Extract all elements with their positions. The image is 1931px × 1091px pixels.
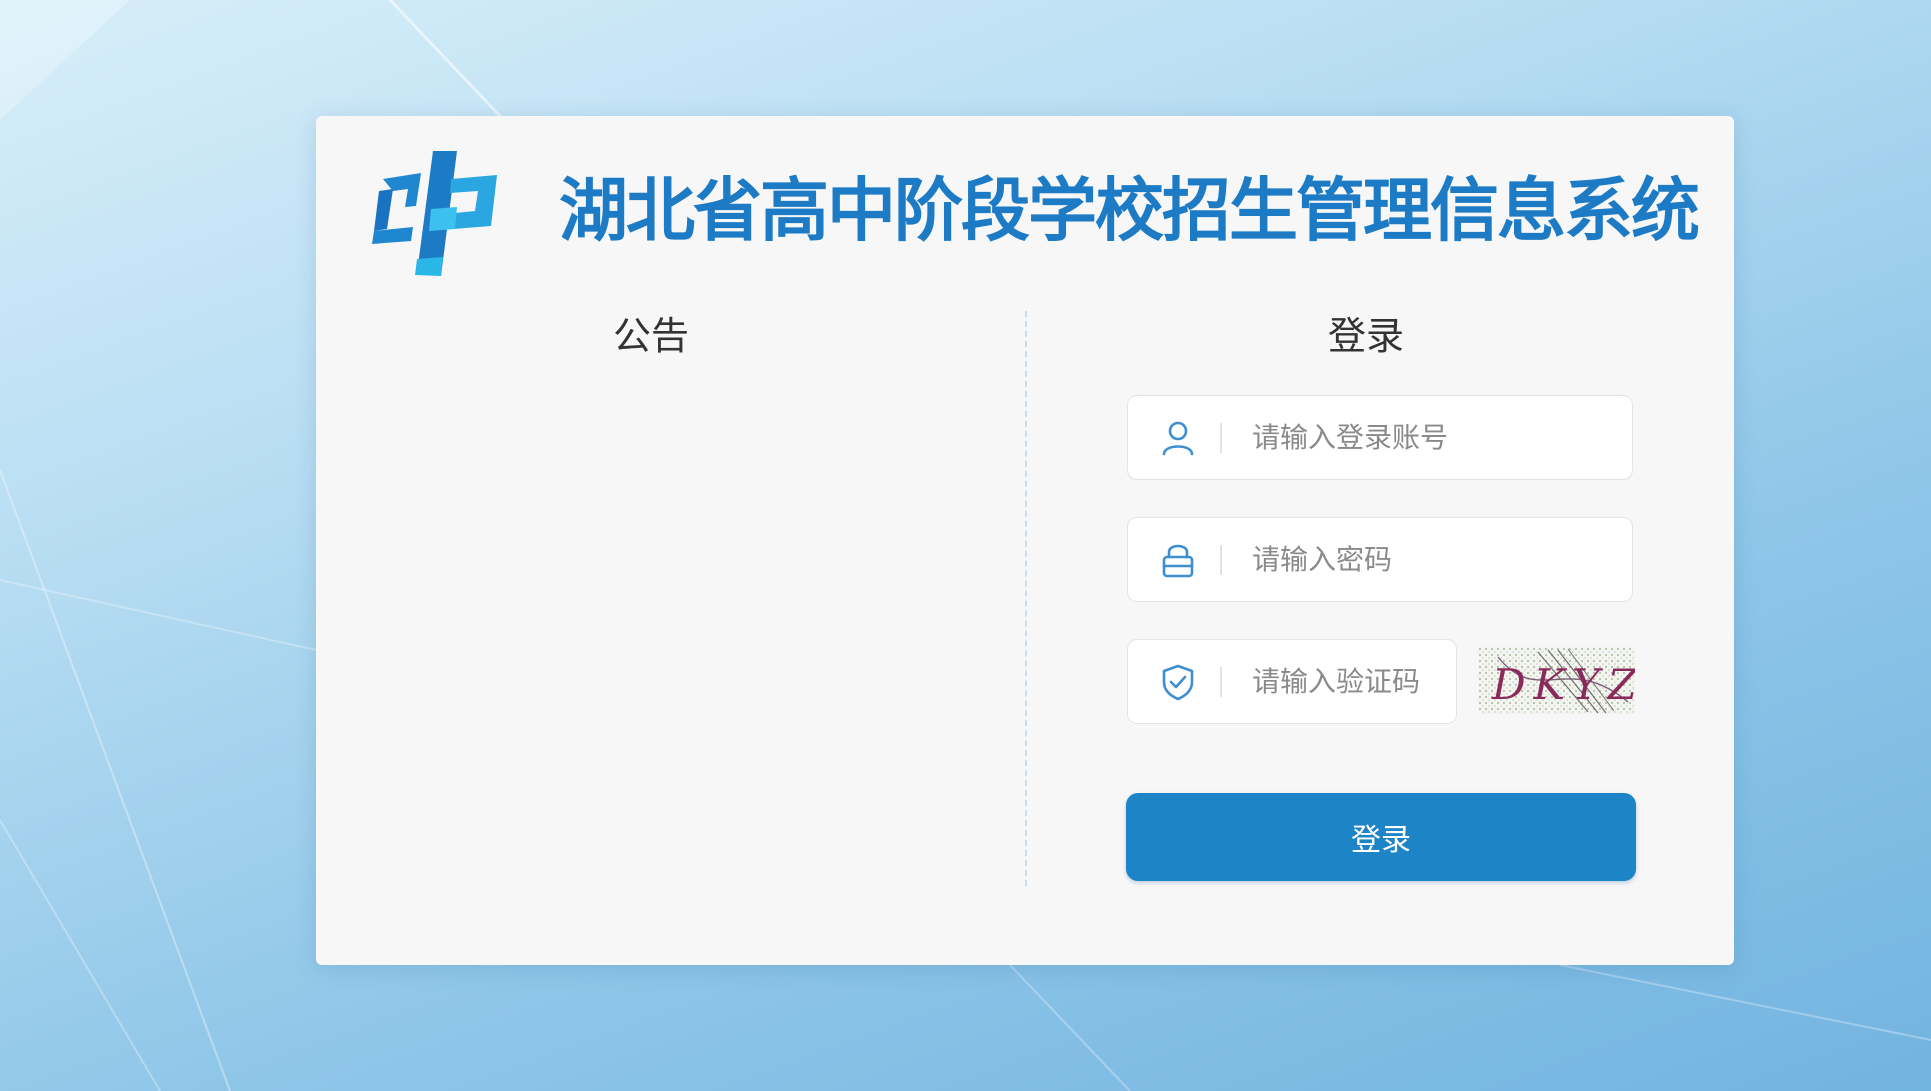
login-card: 湖北省高中阶段学校招生管理信息系统 公告 登录 请输入登录账号 请输入验证码 D… bbox=[316, 116, 1734, 965]
system-title: 湖北省高中阶段学校招生管理信息系统 bbox=[559, 171, 1700, 251]
shield-check-icon bbox=[1158, 662, 1198, 702]
captcha-text: DKYZ bbox=[1491, 660, 1635, 709]
password-field[interactable] bbox=[1127, 517, 1633, 602]
notice-title: 公告 bbox=[612, 314, 689, 358]
login-button[interactable]: 登录 bbox=[1126, 793, 1636, 881]
username-input[interactable] bbox=[1252, 421, 1632, 454]
section-divider bbox=[1025, 311, 1027, 886]
zk-logo-icon bbox=[372, 151, 497, 276]
captcha-field[interactable] bbox=[1127, 639, 1457, 724]
username-separator bbox=[1220, 422, 1222, 453]
username-field[interactable] bbox=[1127, 395, 1633, 480]
captcha-image[interactable]: DKYZ bbox=[1478, 647, 1635, 714]
lock-icon bbox=[1158, 540, 1198, 580]
password-input[interactable] bbox=[1252, 543, 1632, 576]
user-icon bbox=[1158, 418, 1198, 458]
notice-list bbox=[356, 386, 936, 886]
login-title: 登录 bbox=[1327, 314, 1404, 358]
captcha-separator bbox=[1220, 666, 1222, 697]
captcha-input[interactable] bbox=[1252, 665, 1456, 698]
password-separator bbox=[1220, 544, 1222, 575]
